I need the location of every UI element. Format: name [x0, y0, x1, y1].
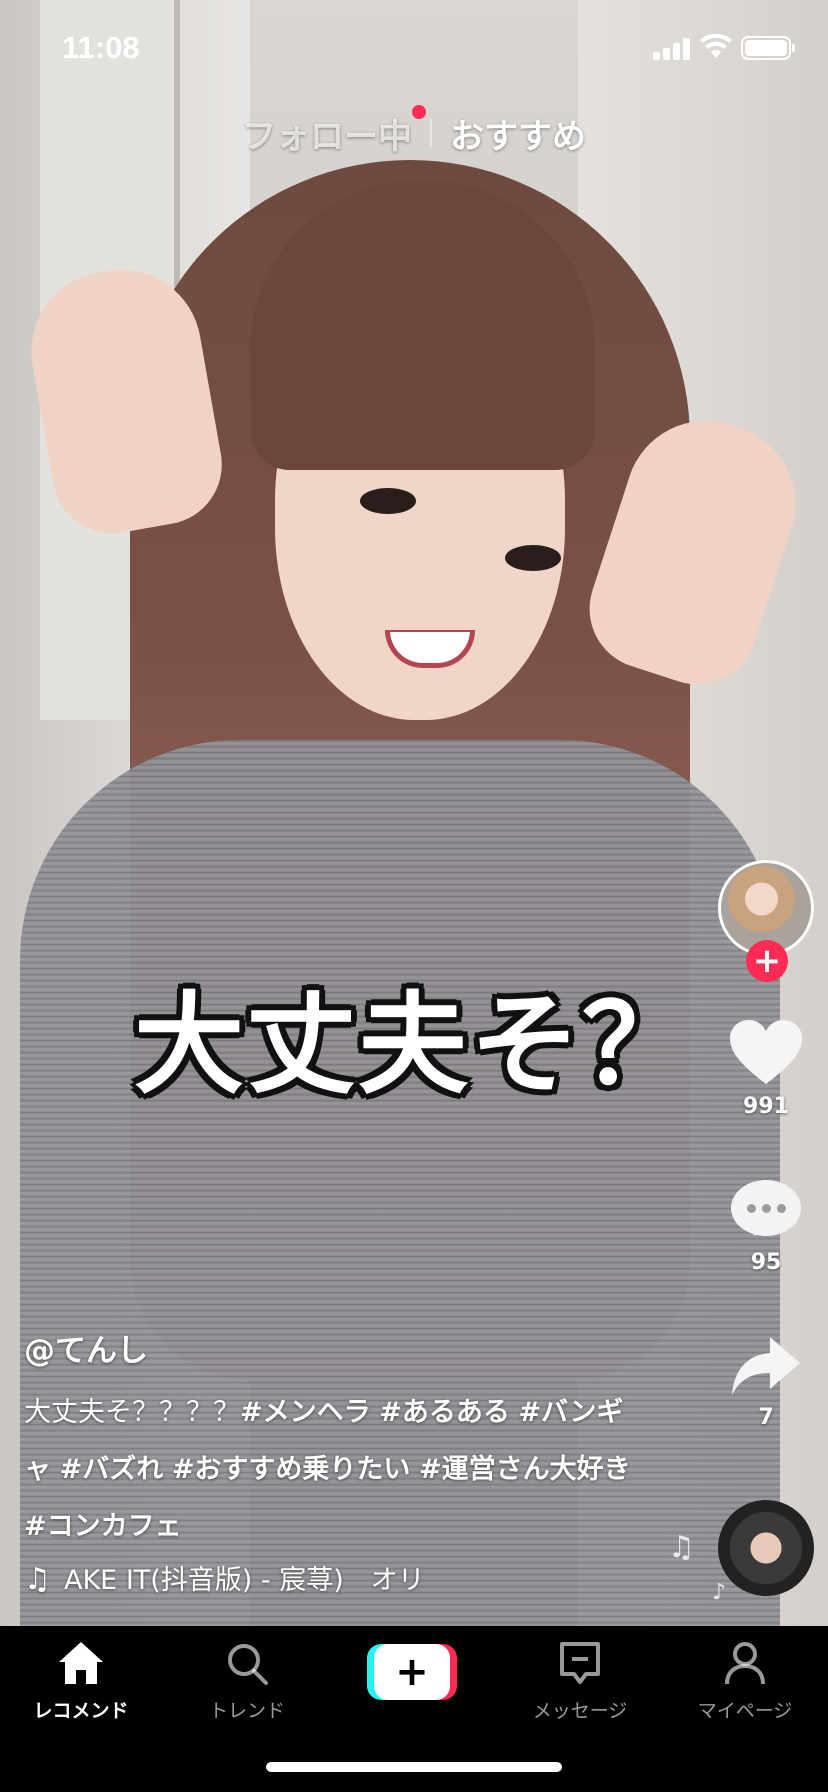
hashtag[interactable]: #運営さん大好き — [419, 1454, 631, 1485]
hashtag[interactable]: #おすすめ乗りたい — [172, 1454, 411, 1485]
music-ticker[interactable]: ♫ AKE IT(抖音版) - 宸荨) オリ — [24, 1558, 454, 1598]
home-indicator[interactable] — [266, 1762, 562, 1772]
share-icon — [732, 1337, 800, 1395]
creator-avatar[interactable]: + — [718, 860, 814, 982]
comment-button[interactable]: 95 — [716, 1180, 816, 1275]
wifi-icon — [700, 34, 732, 58]
nav-label: マイページ — [697, 1700, 793, 1722]
music-disc-icon[interactable] — [718, 1500, 814, 1596]
feed-tabs: フォロー中 おすすめ — [0, 104, 828, 158]
video-subject-eye — [360, 488, 416, 514]
nav-item-messages[interactable]: メッセージ — [505, 1640, 655, 1723]
status-bar: 11:08 — [0, 0, 828, 100]
share-button[interactable]: 7 — [716, 1335, 816, 1430]
nav-item-home[interactable]: レコメンド — [6, 1640, 156, 1723]
comment-count: 95 — [750, 1250, 782, 1275]
heart-icon — [730, 1020, 802, 1084]
status-time: 11:08 — [62, 30, 140, 65]
nav-item-trend[interactable]: トレンド — [172, 1640, 322, 1723]
caption-text[interactable]: 大丈夫そ？？？？#メンヘラ #あるある #バンギャ #バズれ #おすすめ乗りたい… — [24, 1384, 644, 1555]
inbox-icon — [560, 1642, 600, 1684]
like-count: 991 — [743, 1094, 789, 1119]
create-button[interactable]: + — [367, 1644, 457, 1700]
hashtag[interactable]: #あるある — [379, 1397, 510, 1428]
nav-label: トレンド — [208, 1700, 285, 1722]
hashtag[interactable]: #コンカフェ — [24, 1511, 182, 1542]
home-icon — [59, 1642, 103, 1684]
floating-music-note-icon: ♪ — [712, 1580, 727, 1605]
tab-for-you-label: おすすめ — [450, 116, 586, 157]
nav-label: メッセージ — [532, 1700, 628, 1722]
nav-item-profile[interactable]: マイページ — [670, 1640, 820, 1723]
create-icon: + — [374, 1644, 450, 1700]
video-subject-eye — [505, 545, 561, 571]
follow-plus-button[interactable]: + — [746, 940, 788, 982]
tab-following-label: フォロー中 — [242, 116, 412, 157]
tab-following[interactable]: フォロー中 — [224, 104, 430, 158]
music-title: AKE IT(抖音版) - 宸荨) オリ — [64, 1565, 425, 1596]
creator-username[interactable]: @てんし — [24, 1325, 644, 1370]
caption-plain: 大丈夫そ？？？？ — [24, 1397, 240, 1428]
nav-label: レコメンド — [33, 1700, 129, 1722]
tab-for-you[interactable]: おすすめ — [432, 109, 604, 158]
battery-icon — [741, 36, 795, 60]
notification-dot — [412, 104, 426, 119]
like-button[interactable]: 991 — [716, 1020, 816, 1119]
music-note-icon: ♫ — [24, 1562, 51, 1597]
search-icon — [228, 1644, 268, 1685]
cellular-signal-icon — [653, 38, 691, 60]
share-count: 7 — [758, 1405, 774, 1430]
hashtag[interactable]: #メンヘラ — [240, 1397, 371, 1428]
floating-music-note-icon: ♫ — [668, 1530, 695, 1565]
comment-icon — [731, 1180, 801, 1236]
hashtag[interactable]: #バズれ — [60, 1454, 164, 1485]
post-description: @てんし 大丈夫そ？？？？#メンヘラ #あるある #バンギャ #バズれ #おすす… — [24, 1325, 644, 1555]
profile-icon — [725, 1642, 765, 1685]
video-caption-overlay: 大丈夫そ？ — [134, 981, 694, 1109]
